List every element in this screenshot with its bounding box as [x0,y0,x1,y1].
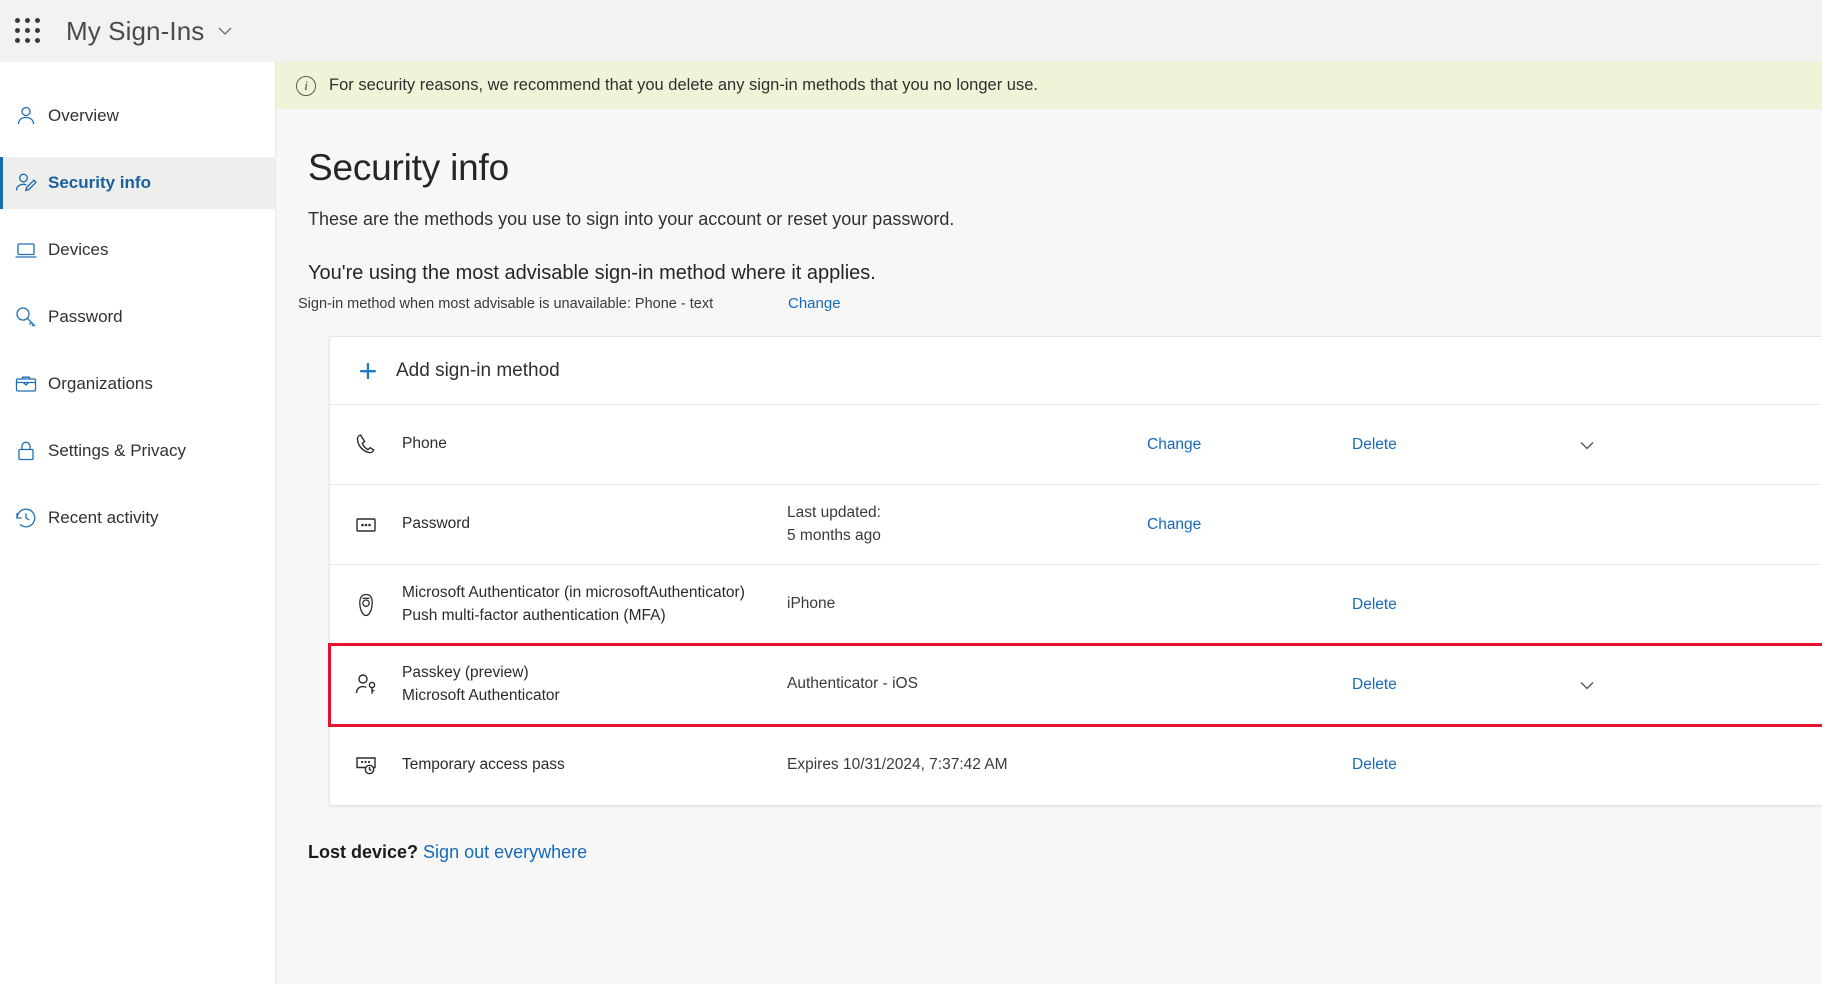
key-search-icon [14,305,48,329]
content-area: Security info These are the methods you … [276,147,1822,863]
laptop-icon [14,238,48,262]
history-clock-icon [14,506,48,530]
method-name: Microsoft Authenticator (in microsoftAut… [402,582,787,627]
sign-out-everywhere-link[interactable]: Sign out everywhere [423,842,587,862]
method-detail-line2: 5 months ago [787,527,881,544]
method-name: Phone [402,433,787,455]
passkey-person-key-icon [330,670,402,700]
briefcase-icon [14,372,48,396]
method-name: Temporary access pass [402,754,787,776]
delete-link[interactable]: Delete [1352,756,1552,774]
app-launcher-icon[interactable] [10,13,46,49]
temporary-pass-icon [330,750,402,780]
delete-link[interactable]: Delete [1352,596,1552,614]
main-content: i For security reasons, we recommend tha… [276,62,1822,984]
info-icon: i [296,76,316,96]
phone-icon [330,430,402,460]
sidebar-item-label: Organizations [48,374,153,394]
sidebar-item-recent-activity[interactable]: Recent activity [0,492,275,544]
sidebar-item-organizations[interactable]: Organizations [0,358,275,410]
page-title: Security info [308,147,1822,189]
add-sign-in-method-button[interactable]: + Add sign-in method [330,337,1822,405]
method-detail: Expires 10/31/2024, 7:37:42 AM [787,754,1147,776]
sidebar: Overview Security info Devices [0,62,276,984]
password-dots-icon [330,510,402,540]
chevron-down-icon [216,16,234,47]
chevron-down-icon[interactable] [1552,675,1622,695]
sidebar-item-password[interactable]: Password [0,291,275,343]
method-detail-line1: Last updated: [787,504,881,521]
sidebar-item-label: Security info [48,173,151,193]
table-row: Temporary access pass Expires 10/31/2024… [330,725,1822,805]
chevron-down-icon[interactable] [1552,435,1622,455]
sidebar-item-security-info[interactable]: Security info [0,157,275,209]
change-link[interactable]: Change [1147,516,1352,534]
person-icon [14,104,48,128]
method-name-line2: Push multi-factor authentication (MFA) [402,607,666,624]
method-name-line1: Microsoft Authenticator (in microsoftAut… [402,584,745,601]
method-detail: iPhone [787,593,1147,615]
table-row-passkey: Passkey (preview) Microsoft Authenticato… [330,645,1822,725]
table-row: Password Last updated: 5 months ago Chan… [330,485,1822,565]
sidebar-item-label: Devices [48,240,108,260]
sidebar-item-label: Password [48,307,123,327]
method-detail: Last updated: 5 months ago [787,502,1147,547]
top-bar: My Sign-Ins [0,0,1822,62]
lock-icon [14,439,48,463]
brand-title: My Sign-Ins [66,16,204,47]
lost-device-label: Lost device? [308,842,418,862]
page-subtitle: These are the methods you use to sign in… [308,209,1822,230]
my-signins-page: My Sign-Ins Overview Security info [0,0,1822,984]
banner-text: For security reasons, we recommend that … [329,76,1038,95]
authenticator-icon [330,590,402,620]
delete-link[interactable]: Delete [1352,676,1552,694]
sign-in-methods-card: + Add sign-in method Phone Change Delete [329,336,1822,806]
delete-link[interactable]: Delete [1352,436,1552,454]
sidebar-item-settings-privacy[interactable]: Settings & Privacy [0,425,275,477]
advisable-subtext: Sign-in method when most advisable is un… [298,296,788,312]
method-name-line1: Passkey (preview) [402,664,529,681]
lost-device-footer: Lost device? Sign out everywhere [308,842,1822,863]
advisable-title: You're using the most advisable sign-in … [308,262,1822,285]
method-name-line2: Microsoft Authenticator [402,687,560,704]
person-edit-icon [14,171,48,195]
sidebar-item-devices[interactable]: Devices [0,224,275,276]
sidebar-item-label: Settings & Privacy [48,441,186,461]
table-row: Phone Change Delete [330,405,1822,485]
table-row: Microsoft Authenticator (in microsoftAut… [330,565,1822,645]
method-name: Passkey (preview) Microsoft Authenticato… [402,662,787,707]
method-name: Password [402,513,787,535]
brand-menu[interactable]: My Sign-Ins [66,16,234,47]
sidebar-item-label: Overview [48,106,119,126]
sidebar-item-overview[interactable]: Overview [0,90,275,142]
advisable-method-block: You're using the most advisable sign-in … [308,262,1822,312]
sidebar-item-label: Recent activity [48,508,159,528]
security-recommendation-banner: i For security reasons, we recommend tha… [276,62,1822,109]
change-link[interactable]: Change [1147,436,1352,454]
change-default-method-link[interactable]: Change [788,295,841,312]
add-sign-in-method-label: Add sign-in method [396,360,560,382]
plus-icon: + [350,355,386,387]
method-detail: Authenticator - iOS [787,673,1147,695]
